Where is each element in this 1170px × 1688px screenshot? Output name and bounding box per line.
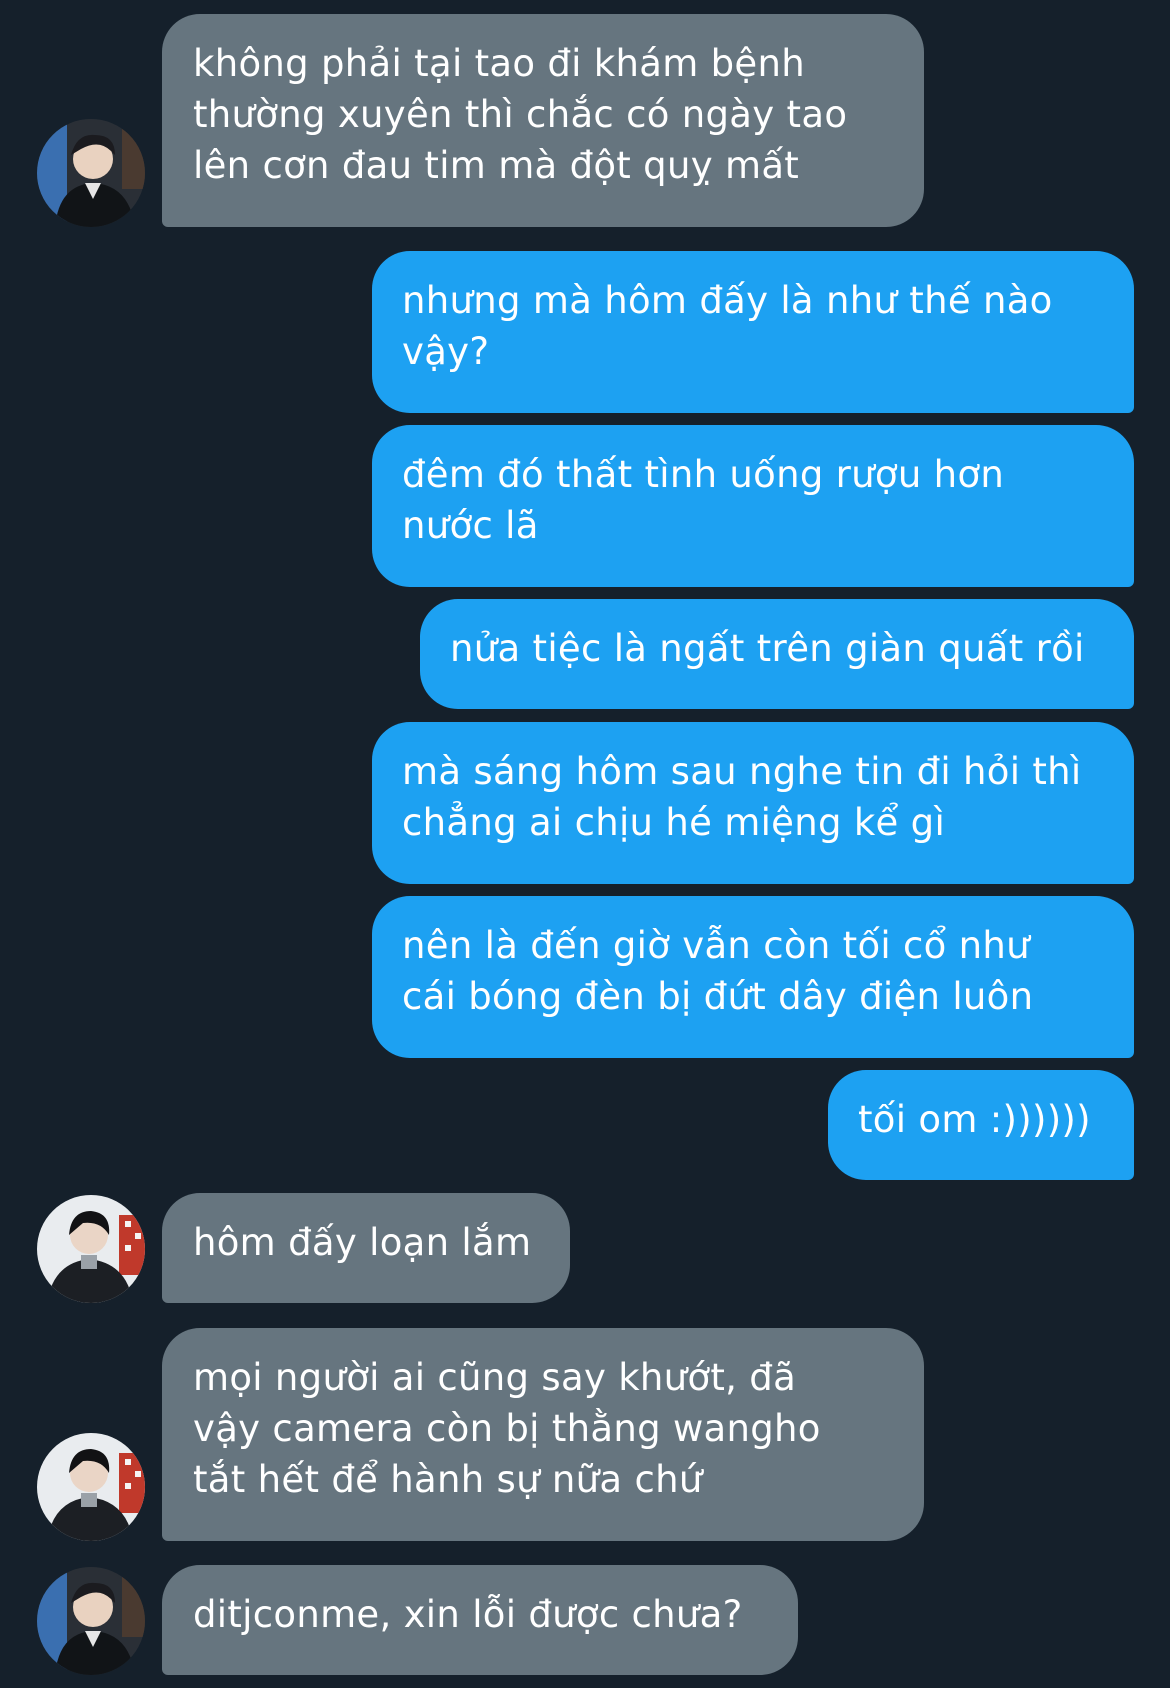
person-photo-icon xyxy=(37,1195,145,1303)
person-photo-icon xyxy=(37,1433,145,1541)
user-avatar[interactable] xyxy=(37,1433,145,1541)
person-photo-icon xyxy=(37,119,145,227)
message-bubble-outgoing[interactable]: đêm đó thất tình uống rượu hơn nước lã xyxy=(372,425,1134,587)
message-bubble-outgoing[interactable]: nửa tiệc là ngất trên giàn quất rồi xyxy=(420,599,1134,709)
person-photo-icon xyxy=(37,1567,145,1675)
user-avatar[interactable] xyxy=(37,119,145,227)
message-bubble-incoming[interactable]: ditjconme, xin lỗi được chưa? xyxy=(162,1565,798,1675)
message-bubble-outgoing[interactable]: tối om :)))))) xyxy=(828,1070,1134,1180)
message-bubble-outgoing[interactable]: nhưng mà hôm đấy là như thế nào vậy? xyxy=(372,251,1134,413)
user-avatar[interactable] xyxy=(37,1195,145,1303)
message-bubble-outgoing[interactable]: nên là đến giờ vẫn còn tối cổ như cái bó… xyxy=(372,896,1134,1058)
message-bubble-outgoing[interactable]: mà sáng hôm sau nghe tin đi hỏi thì chẳn… xyxy=(372,722,1134,884)
message-bubble-incoming[interactable]: mọi người ai cũng say khướt, đã vậy came… xyxy=(162,1328,924,1541)
message-bubble-incoming[interactable]: không phải tại tao đi khám bệnh thường x… xyxy=(162,14,924,227)
message-bubble-incoming[interactable]: hôm đấy loạn lắm xyxy=(162,1193,570,1303)
user-avatar[interactable] xyxy=(37,1567,145,1675)
